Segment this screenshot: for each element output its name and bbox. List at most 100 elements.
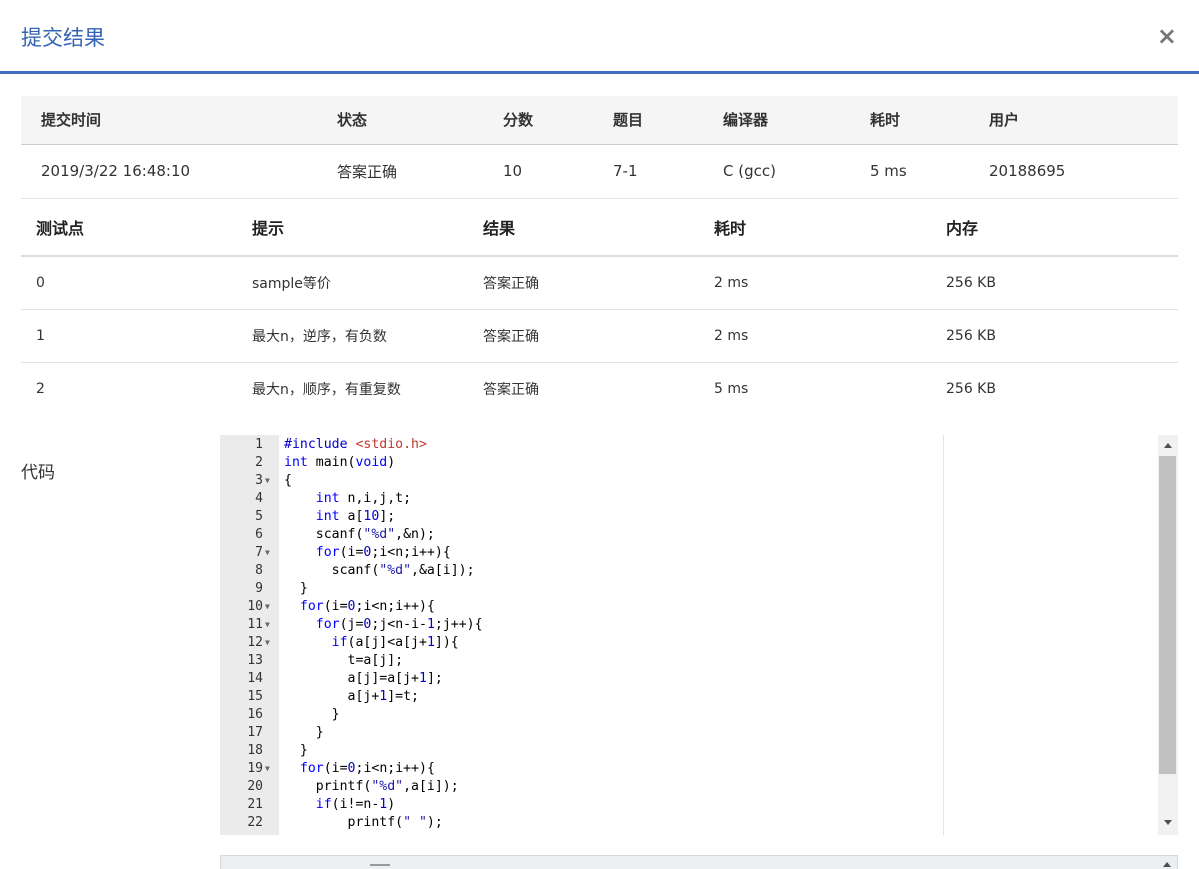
code-text: t=a[j]; [284,653,404,668]
code-text: printf(" "); [284,815,443,830]
line-number: 9 [255,581,263,596]
case-hint: 最大n，顺序，有重复数 [252,381,401,398]
header-compiler: 编译器 [723,96,870,145]
time-used: 5 ms [870,144,989,199]
table-row: 2 最大n，顺序，有重复数 答案正确 5 ms 256 KB [21,362,1178,415]
submit-time: 2019/3/22 16:48:10 [21,144,337,199]
header-problem: 题目 [613,96,723,145]
code-text: if(a[j]<a[j+1]){ [331,635,459,650]
status-badge: 答案正确 [337,144,503,199]
code-label: 代码 [21,463,55,483]
case-result: 答案正确 [483,309,714,363]
code-text: for(i=0;i<n;i++){ [299,761,435,776]
code-text: scanf("%d",&a[i]); [284,563,475,578]
scrollbar-thumb[interactable] [1159,456,1176,774]
code-line: 6 scanf("%d",&n); [220,526,1160,544]
code-text: } [284,743,308,758]
line-number: 17 [247,725,263,740]
line-number: 18 [247,743,263,758]
case-result: 答案正确 [483,381,539,398]
user-id: 20188695 [989,144,1178,199]
test-cases-table: 测试点 提示 结果 耗时 内存 0 sample等价 答案正确 2 ms 256… [21,199,1178,415]
code-text: printf("%d",a[i]); [284,779,459,794]
case-id: 1 [21,309,252,363]
header-status: 状态 [337,96,503,145]
problem-link[interactable]: 7-1 [613,144,723,199]
code-line: 22 printf(" "); [220,814,1160,832]
code-line: 13 t=a[j]; [220,652,1160,670]
line-number: 10 [247,599,263,614]
code-line: 21 if(i!=n-1) [220,796,1160,814]
submission-summary-table: 提交时间 状态 分数 题目 编译器 耗时 用户 2019/3/22 16:48:… [21,96,1178,199]
line-number: 20 [247,779,263,794]
code-text: for(i=0;i<n;i++){ [315,545,451,560]
fold-caret-icon[interactable]: ▼ [265,544,270,562]
code-line: 11 ▼ for(j=0;j<n-i-1;j++){ [220,616,1160,634]
table-row: 0 sample等价 答案正确 2 ms 256 KB [21,256,1178,310]
output-scroll-up-icon[interactable] [1163,862,1171,867]
code-text: } [284,581,308,596]
code-text: for(j=0;j<n-i-1;j++){ [315,617,483,632]
header-case-time: 耗时 [714,199,946,257]
code-line: 18 } [220,742,1160,760]
compiler: C (gcc) [723,144,870,199]
fold-caret-icon[interactable]: ▼ [265,598,270,616]
case-memory: 256 KB [946,380,996,397]
line-number: 16 [247,707,263,722]
code-text: a[j]=a[j+1]; [284,671,443,686]
line-number: 6 [255,527,263,542]
line-number: 12 [247,635,263,650]
code-line: 5 int a[10]; [220,508,1160,526]
cases-header-row: 测试点 提示 结果 耗时 内存 [21,199,1178,257]
case-hint: sample等价 [252,256,483,310]
code-line: 4 int n,i,j,t; [220,490,1160,508]
fold-caret-icon[interactable]: ▼ [265,472,270,490]
line-number: 14 [247,671,263,686]
code-line: 7 ▼ for(i=0;i<n;i++){ [220,544,1160,562]
line-number: 4 [255,491,263,506]
fold-caret-icon[interactable]: ▼ [265,760,270,778]
code-line: 16 } [220,706,1160,724]
header-memory: 内存 [946,199,1178,257]
case-memory: 256 KB [946,256,1178,310]
case-id: 0 [21,256,252,310]
code-line: 14 a[j]=a[j+1]; [220,670,1160,688]
line-number: 22 [247,815,263,830]
line-number: 3 [255,473,263,488]
code-line: 17 } [220,724,1160,742]
code-line: 2 int main(void) [220,454,1160,472]
header-user: 用户 [989,96,1178,145]
code-text: int a[10]; [315,509,396,524]
code-text: scanf("%d",&n); [284,527,435,542]
code-editor[interactable]: 1 #include <stdio.h> 2 int main(void) 3 ▼{4 i… [220,435,1178,835]
line-number: 1 [255,437,263,452]
code-line: 3 ▼ { [220,472,1160,490]
header-submit-time: 提交时间 [21,96,337,145]
line-number: 5 [255,509,263,524]
modal-title: 提交结果 [21,26,105,50]
close-button[interactable]: × [1157,22,1177,50]
line-number: 15 [247,689,263,704]
code-text: a[j+1]=t; [284,689,419,704]
case-time: 5 ms [714,380,749,397]
case-memory: 256 KB [946,309,1178,363]
code-text: int n,i,j,t; [315,491,412,506]
header-test-point: 测试点 [21,199,252,257]
code-line: 19 ▼ for(i=0;i<n;i++){ [220,760,1160,778]
modal-header: 提交结果 × [0,0,1199,74]
line-number: 8 [255,563,263,578]
code-text: if(i!=n-1) [315,797,396,812]
scroll-down-icon[interactable] [1164,820,1172,825]
fold-caret-icon[interactable]: ▼ [265,616,270,634]
code-text: } [284,725,324,740]
header-score: 分数 [503,96,613,145]
line-number: 13 [247,653,263,668]
case-time: 2 ms [714,256,946,310]
code-line: 12 ▼ if(a[j]<a[j+1]){ [220,634,1160,652]
table-row: 1 最大n，逆序，有负数 答案正确 2 ms 256 KB [21,309,1178,363]
scroll-up-icon[interactable] [1164,443,1172,448]
header-result: 结果 [483,199,714,257]
header-hint: 提示 [252,199,483,257]
fold-caret-icon[interactable]: ▼ [265,634,270,652]
code-line: 15 a[j+1]=t; [220,688,1160,706]
